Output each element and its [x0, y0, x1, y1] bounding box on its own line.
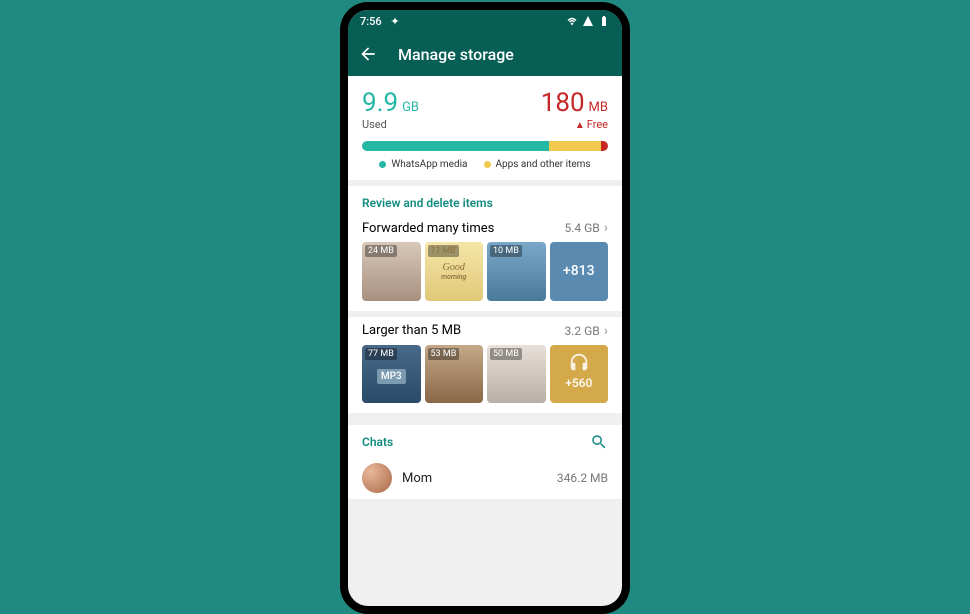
forwarded-title: Forwarded many times	[362, 221, 494, 236]
app-bar-title: Manage storage	[398, 45, 514, 64]
larger-title: Larger than 5 MB	[362, 323, 461, 338]
chat-row[interactable]: Mom 346.2 MB	[348, 457, 622, 499]
chevron-right-icon: ›	[604, 220, 608, 236]
status-time: 7:56	[360, 15, 382, 28]
bar-segment-free	[601, 141, 608, 151]
back-arrow-icon[interactable]	[358, 44, 378, 64]
status-bar: 7:56 ✦	[348, 10, 622, 32]
storage-legend: WhatsApp media Apps and other items	[362, 159, 608, 170]
status-right	[566, 15, 610, 27]
storage-summary: 9.9 GB Used 180 MB ▲Free	[362, 88, 608, 131]
media-thumb[interactable]: 11 MBGoodmorning	[425, 242, 484, 301]
headphones-icon	[568, 351, 590, 373]
signal-icon	[582, 15, 594, 27]
dot-icon	[379, 161, 386, 168]
chat-size: 346.2 MB	[557, 471, 608, 485]
warning-icon: ▲	[575, 120, 585, 131]
search-icon[interactable]	[590, 433, 608, 451]
app-bar: Manage storage	[348, 32, 622, 76]
forwarded-header[interactable]: Forwarded many times 5.4 GB›	[362, 220, 608, 236]
media-thumb[interactable]: 24 MB	[362, 242, 421, 301]
media-thumb-more[interactable]: +560	[550, 345, 609, 404]
avatar	[362, 463, 392, 493]
screen: 7:56 ✦ Manage storage 9.9 GB Used 1	[348, 10, 622, 606]
battery-icon	[598, 15, 610, 27]
forwarded-group[interactable]: Forwarded many times 5.4 GB› 24 MB 11 MB…	[348, 214, 622, 311]
review-section-title: Review and delete items	[348, 186, 622, 214]
status-left: 7:56 ✦	[360, 15, 400, 28]
media-thumb[interactable]: 10 MB	[487, 242, 546, 301]
legend-media: WhatsApp media	[379, 159, 467, 170]
mp3-badge: MP3	[377, 369, 406, 384]
storage-free: 180 MB ▲Free	[541, 88, 608, 131]
used-unit: GB	[402, 100, 419, 115]
bar-segment-apps	[549, 141, 601, 151]
storage-used: 9.9 GB Used	[362, 88, 419, 131]
media-thumb-more[interactable]: +813	[550, 242, 609, 301]
free-unit: MB	[589, 100, 608, 115]
larger-group[interactable]: Larger than 5 MB 3.2 GB› 77 MBMP3 53 MB …	[348, 317, 622, 414]
free-value: 180	[541, 88, 585, 118]
used-label: Used	[362, 118, 419, 131]
chats-title: Chats	[362, 435, 393, 449]
bar-segment-media	[362, 141, 549, 151]
wifi-icon	[566, 15, 578, 27]
chat-name: Mom	[402, 471, 547, 486]
chevron-right-icon: ›	[604, 323, 608, 339]
forwarded-thumbs: 24 MB 11 MBGoodmorning 10 MB +813	[362, 242, 608, 301]
storage-bar	[362, 141, 608, 151]
media-thumb[interactable]: 50 MB	[487, 345, 546, 404]
larger-size: 3.2 GB›	[565, 323, 609, 339]
free-label: ▲Free	[541, 118, 608, 131]
forwarded-size: 5.4 GB›	[565, 220, 609, 236]
larger-header[interactable]: Larger than 5 MB 3.2 GB›	[362, 323, 608, 339]
media-thumb[interactable]: 53 MB	[425, 345, 484, 404]
media-thumb[interactable]: 77 MBMP3	[362, 345, 421, 404]
legend-apps: Apps and other items	[484, 159, 591, 170]
chats-header: Chats	[348, 425, 622, 457]
larger-thumbs: 77 MBMP3 53 MB 50 MB +560	[362, 345, 608, 404]
dot-icon	[484, 161, 491, 168]
used-value: 9.9	[362, 88, 398, 118]
storage-card: 9.9 GB Used 180 MB ▲Free WhatsApp me	[348, 76, 622, 180]
phone-frame: 7:56 ✦ Manage storage 9.9 GB Used 1	[340, 2, 630, 614]
notification-dot-icon: ✦	[390, 15, 399, 28]
